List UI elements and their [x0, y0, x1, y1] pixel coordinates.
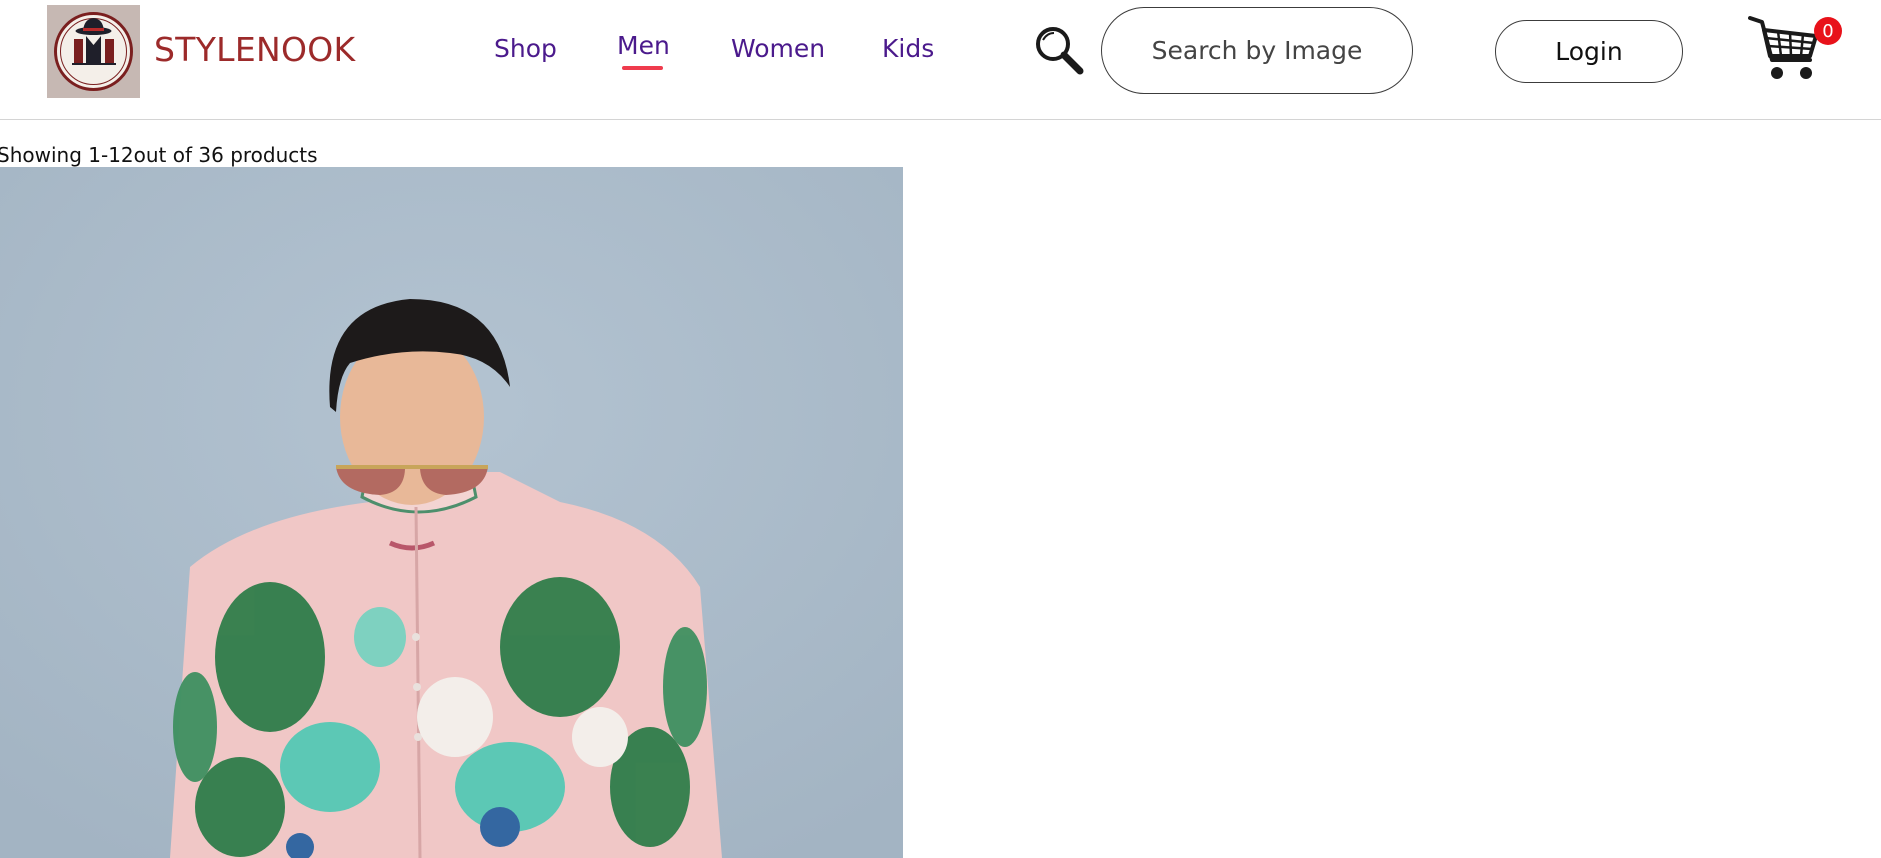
brand-name[interactable]: STYLENOOK — [154, 30, 355, 69]
hat-storefront-emblem-icon — [54, 12, 133, 91]
nav-men-link[interactable]: Men — [617, 31, 670, 60]
product-photo — [0, 167, 903, 858]
search-by-image-button[interactable]: Search by Image — [1101, 7, 1413, 94]
cart-count-badge: 0 — [1814, 17, 1842, 45]
shopping-cart-icon[interactable] — [1748, 14, 1820, 84]
nav-kids-link[interactable]: Kids — [882, 34, 934, 63]
login-label: Login — [1555, 37, 1623, 66]
login-button[interactable]: Login — [1495, 20, 1683, 83]
site-header: STYLENOOK Shop Men Women Kids Search by … — [0, 0, 1881, 120]
product-card-image[interactable] — [0, 167, 903, 858]
nav-shop-link[interactable]: Shop — [494, 34, 557, 63]
nav-active-indicator — [622, 66, 663, 70]
nav-women-link[interactable]: Women — [731, 34, 825, 63]
magnifier-icon[interactable] — [1033, 24, 1085, 76]
search-by-image-label: Search by Image — [1151, 36, 1363, 65]
brand-logo[interactable] — [47, 5, 140, 98]
results-count-text: Showing 1-12out of 36 products — [0, 143, 318, 167]
